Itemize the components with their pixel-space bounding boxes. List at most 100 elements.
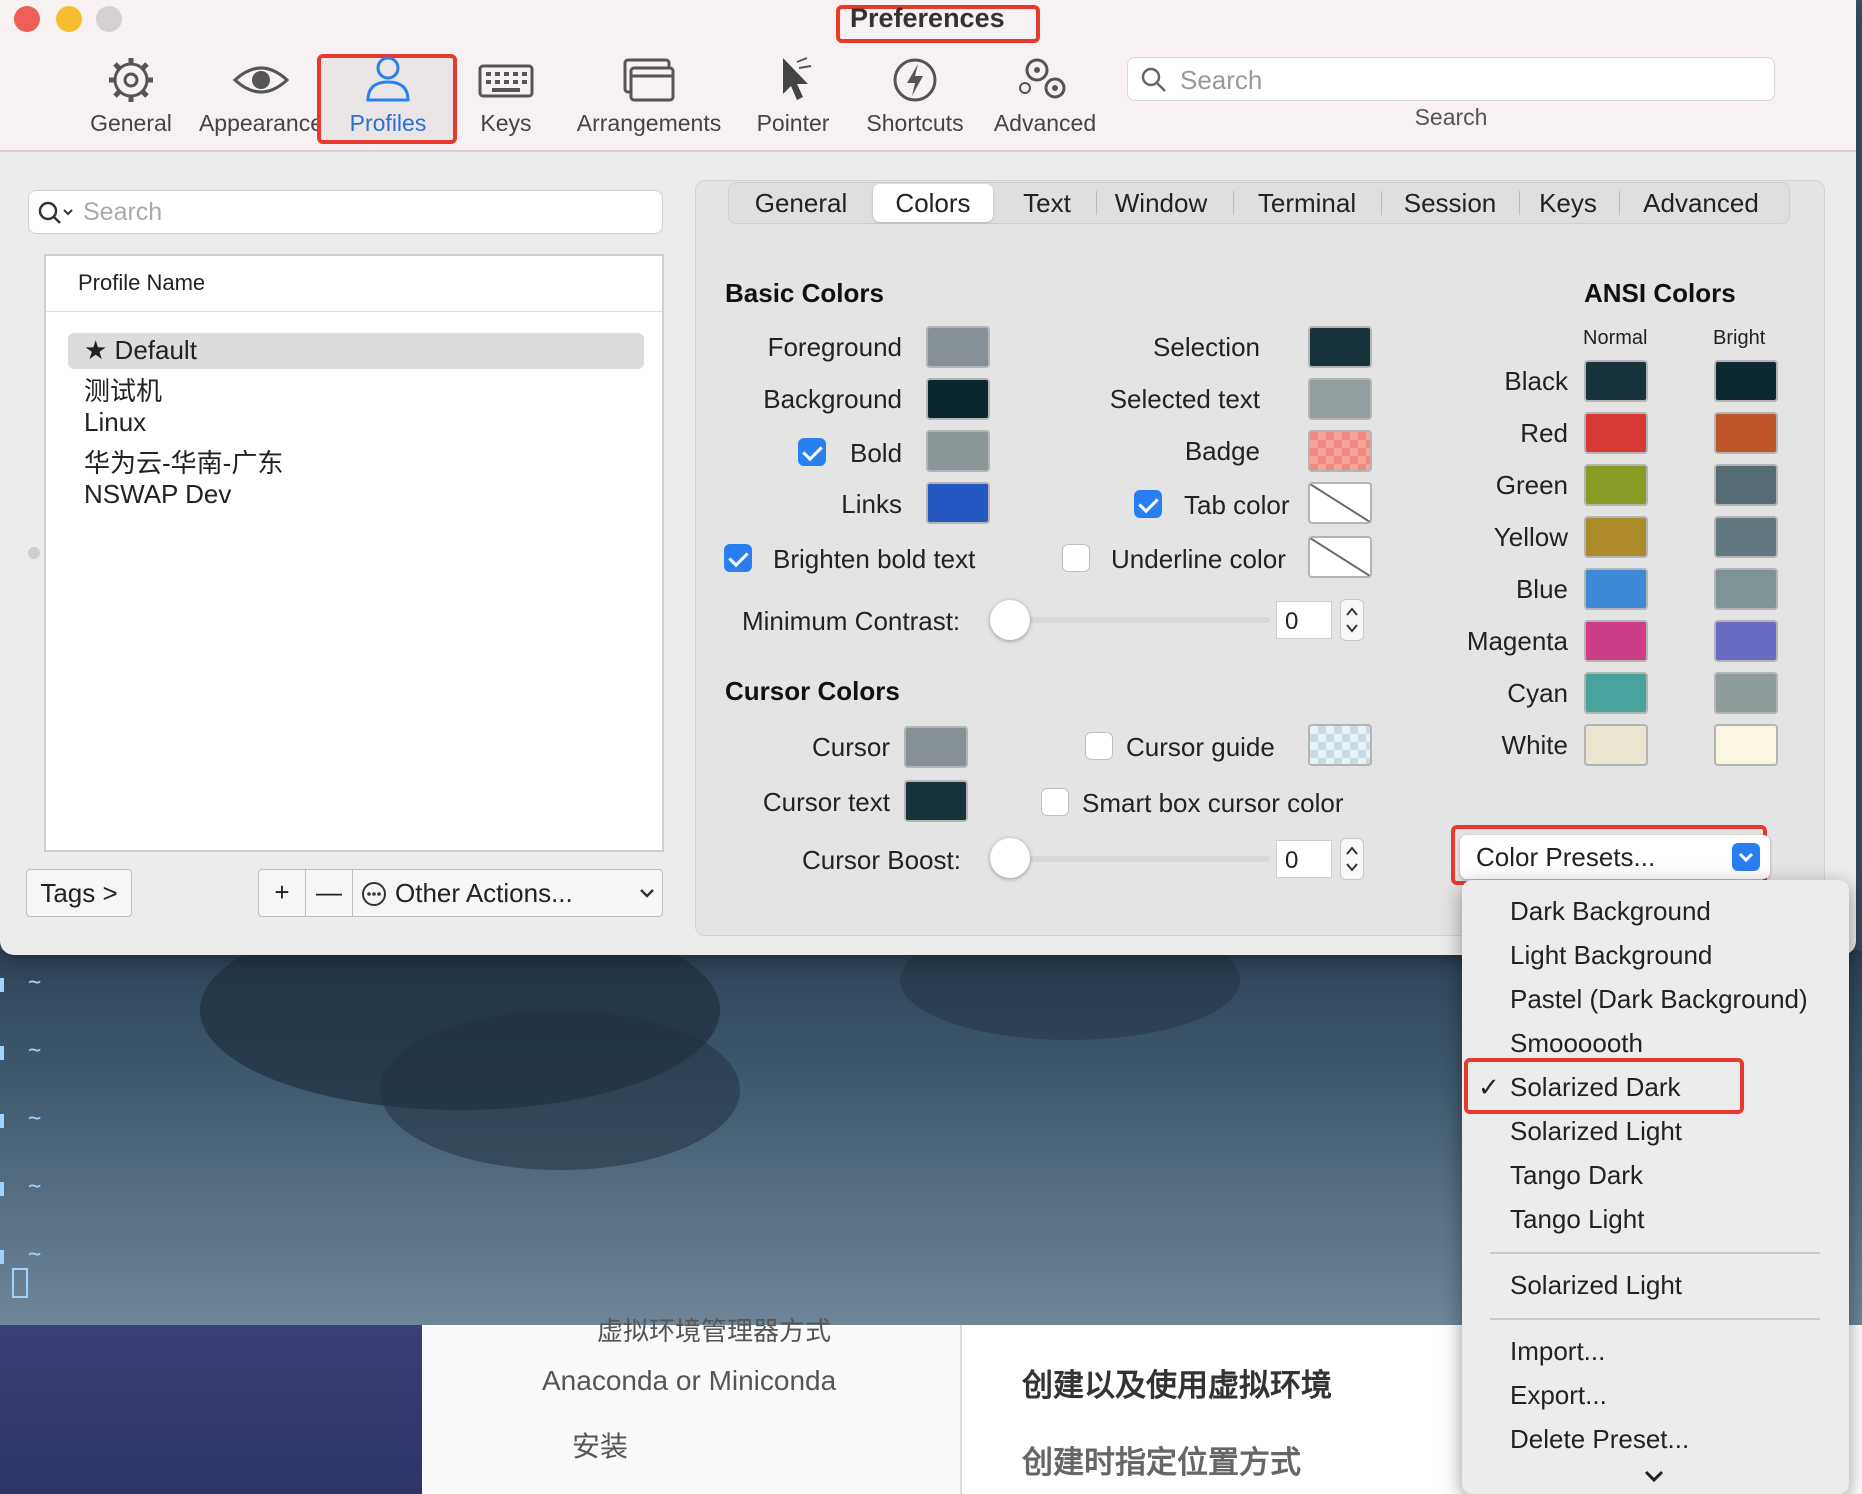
min-contrast-field[interactable]: 0 xyxy=(1276,601,1332,639)
scroll-down-chevron-icon[interactable] xyxy=(1640,1468,1668,1486)
selection-color-well[interactable] xyxy=(1308,326,1372,368)
slider-knob[interactable] xyxy=(990,838,1030,878)
cursor-guide-label: Cursor guide xyxy=(1126,732,1275,762)
ansi-cyan-normal-well[interactable] xyxy=(1584,672,1648,714)
underline-color-checkbox[interactable] xyxy=(1062,544,1090,572)
ansi-green-normal-well[interactable] xyxy=(1584,464,1648,506)
ansi-white-normal-well[interactable] xyxy=(1584,724,1648,766)
toolbar-pointer[interactable]: Pointer xyxy=(750,52,836,137)
ansi-magenta-bright-well[interactable] xyxy=(1714,620,1778,662)
menu-item-export[interactable]: Export... xyxy=(1510,1380,1607,1411)
menu-item-tango-dark[interactable]: Tango Dark xyxy=(1510,1160,1643,1191)
tab-general[interactable]: General xyxy=(737,184,865,222)
basic-colors-heading: Basic Colors xyxy=(725,278,884,308)
tab-color-well[interactable] xyxy=(1308,482,1372,524)
profile-row[interactable]: 华为云-华南-广东 xyxy=(68,441,644,478)
background-color-well[interactable] xyxy=(926,378,990,420)
toc-item[interactable]: 虚拟环境管理器方式 xyxy=(597,1311,831,1348)
menu-item-solarized-dark[interactable]: Solarized Dark xyxy=(1510,1072,1681,1103)
bold-color-well[interactable] xyxy=(926,430,990,472)
toolbar-keys[interactable]: Keys xyxy=(466,52,546,137)
toolbar-label: Shortcuts xyxy=(866,110,964,136)
brighten-bold-checkbox[interactable] xyxy=(724,544,752,572)
cursor-boost-field[interactable]: 0 xyxy=(1276,840,1332,878)
page-subheading: 创建时指定位置方式 xyxy=(1022,1445,1301,1480)
ansi-yellow-bright-well[interactable] xyxy=(1714,516,1778,558)
cursor-guide-color-well[interactable] xyxy=(1308,724,1372,766)
search-placeholder: Search xyxy=(1180,65,1263,95)
cursor-boost-stepper[interactable] xyxy=(1340,838,1364,880)
bold-checkbox[interactable] xyxy=(798,438,826,466)
menu-item-custom-solarized-light[interactable]: Solarized Light xyxy=(1510,1270,1682,1301)
toolbar-shortcuts[interactable]: Shortcuts xyxy=(860,52,970,137)
cursor-text-color-well[interactable] xyxy=(904,780,968,822)
minimize-button[interactable] xyxy=(56,6,82,32)
remove-profile-button[interactable]: — xyxy=(305,869,353,917)
menu-item-pastel[interactable]: Pastel (Dark Background) xyxy=(1510,984,1808,1015)
cursor-boost-slider[interactable] xyxy=(1004,856,1270,862)
menu-item-delete-preset[interactable]: Delete Preset... xyxy=(1510,1424,1689,1455)
tags-button[interactable]: Tags > xyxy=(26,869,132,917)
tab-window[interactable]: Window xyxy=(1101,184,1221,222)
menu-item-import[interactable]: Import... xyxy=(1510,1336,1605,1367)
toc-item[interactable]: Anaconda or Miniconda xyxy=(542,1365,836,1397)
cursor-color-well[interactable] xyxy=(904,726,968,768)
zoom-button[interactable] xyxy=(96,6,122,32)
ansi-black-normal-well[interactable] xyxy=(1584,360,1648,402)
tab-text[interactable]: Text xyxy=(1001,184,1093,222)
min-contrast-slider[interactable] xyxy=(1004,617,1270,623)
menu-item-light-background[interactable]: Light Background xyxy=(1510,940,1712,971)
tab-terminal[interactable]: Terminal xyxy=(1237,184,1377,222)
profile-row-default[interactable]: ★ Default xyxy=(68,333,644,369)
cursor-boost-label: Cursor Boost: xyxy=(802,845,961,875)
toolbar-label: Profiles xyxy=(349,110,427,136)
split-handle[interactable] xyxy=(28,547,40,559)
profile-search-input[interactable]: Search xyxy=(28,190,663,234)
links-color-well[interactable] xyxy=(926,482,990,524)
profile-row[interactable]: 测试机 xyxy=(68,369,644,406)
underline-color-well[interactable] xyxy=(1308,536,1372,578)
ansi-blue-bright-well[interactable] xyxy=(1714,568,1778,610)
slider-knob[interactable] xyxy=(990,600,1030,640)
ansi-black-bright-well[interactable] xyxy=(1714,360,1778,402)
selected-text-color-well[interactable] xyxy=(1308,378,1372,420)
prompt-tilde: ~ xyxy=(0,1174,42,1199)
toolbar-arrangements[interactable]: Arrangements xyxy=(574,52,724,137)
menu-item-tango-light[interactable]: Tango Light xyxy=(1510,1204,1644,1235)
ansi-red-bright-well[interactable] xyxy=(1714,412,1778,454)
column-header[interactable]: Profile Name xyxy=(46,256,662,312)
menu-item-smoooooth[interactable]: Smoooooth xyxy=(1510,1028,1643,1059)
tab-session[interactable]: Session xyxy=(1385,184,1515,222)
ansi-label-green: Green xyxy=(1495,470,1568,500)
toolbar-search-field[interactable]: Search xyxy=(1127,57,1775,101)
ansi-white-bright-well[interactable] xyxy=(1714,724,1778,766)
foreground-color-well[interactable] xyxy=(926,326,990,368)
profile-row[interactable]: NSWAP Dev xyxy=(68,477,644,513)
tab-color-checkbox[interactable] xyxy=(1134,490,1162,518)
smart-box-checkbox[interactable] xyxy=(1041,788,1069,816)
ansi-yellow-normal-well[interactable] xyxy=(1584,516,1648,558)
ansi-blue-normal-well[interactable] xyxy=(1584,568,1648,610)
toolbar-general[interactable]: General xyxy=(80,52,182,137)
menu-item-dark-background[interactable]: Dark Background xyxy=(1510,896,1711,927)
cursor-guide-checkbox[interactable] xyxy=(1085,732,1113,760)
tab-keys[interactable]: Keys xyxy=(1523,184,1613,222)
toolbar-appearance[interactable]: Appearance xyxy=(196,52,326,137)
menu-item-solarized-light[interactable]: Solarized Light xyxy=(1510,1116,1682,1147)
toc-item[interactable]: 安装 xyxy=(572,1425,628,1465)
tab-colors[interactable]: Colors xyxy=(873,184,993,222)
ansi-cyan-bright-well[interactable] xyxy=(1714,672,1778,714)
profile-row[interactable]: Linux xyxy=(68,405,644,441)
tab-advanced[interactable]: Advanced xyxy=(1623,184,1779,222)
min-contrast-stepper[interactable] xyxy=(1340,599,1364,641)
add-profile-button[interactable]: + xyxy=(258,869,306,917)
toolbar-advanced[interactable]: Advanced xyxy=(990,52,1100,137)
close-button[interactable] xyxy=(14,6,40,32)
ansi-magenta-normal-well[interactable] xyxy=(1584,620,1648,662)
color-presets-button[interactable]: Color Presets... xyxy=(1460,835,1770,879)
ansi-red-normal-well[interactable] xyxy=(1584,412,1648,454)
other-actions-dropdown[interactable]: Other Actions... xyxy=(352,869,663,917)
toolbar-profiles[interactable]: Profiles xyxy=(340,52,436,137)
ansi-green-bright-well[interactable] xyxy=(1714,464,1778,506)
badge-color-well[interactable] xyxy=(1308,430,1372,472)
